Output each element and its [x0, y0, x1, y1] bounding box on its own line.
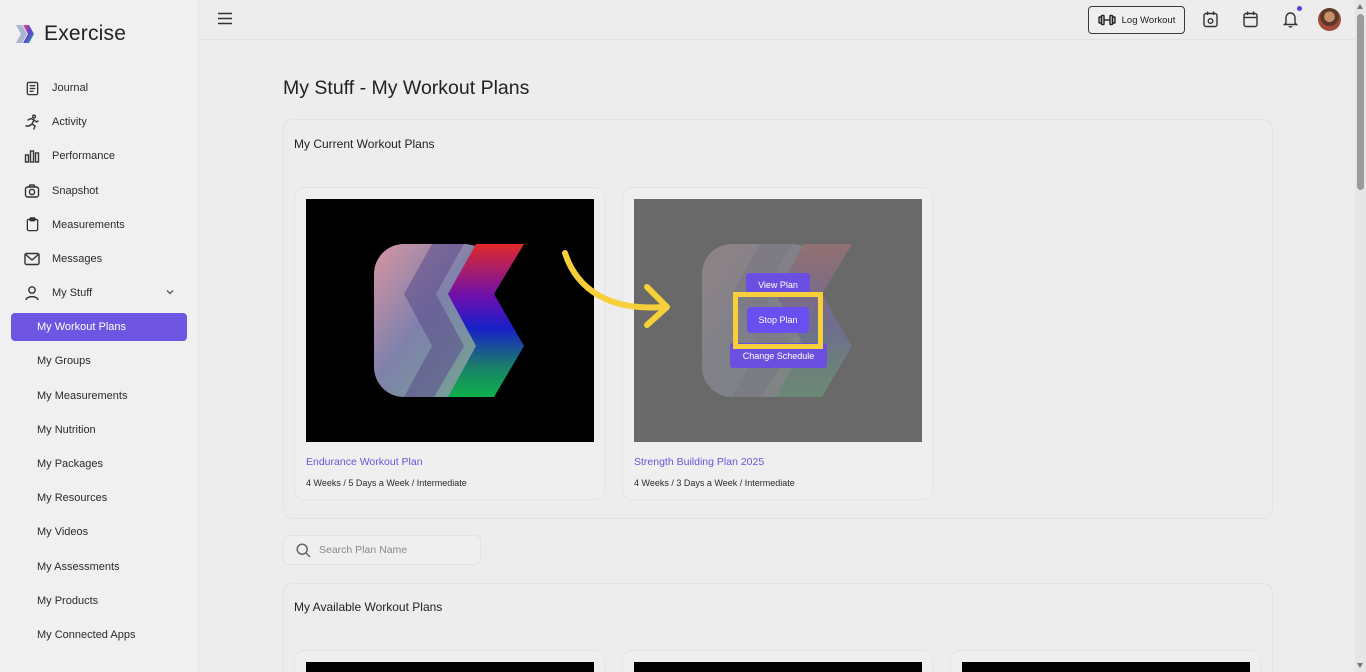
sidebar-subitem-my-groups[interactable]: My Groups [11, 344, 187, 378]
sidebar-subitem-my-nutrition[interactable]: My Nutrition [11, 413, 187, 447]
plan-meta: 4 Weeks / 5 Days a Week / Intermediate [306, 478, 467, 488]
plan-meta: 4 Weeks / 3 Days a Week / Intermediate [634, 478, 795, 488]
available-plan-card[interactable] [622, 650, 933, 672]
sidebar-item-label: Snapshot [52, 184, 99, 197]
sidebar-subitem-my-assessments[interactable]: My Assessments [11, 549, 187, 583]
sidebar-item-performance[interactable]: Performance [11, 139, 187, 173]
brand-name: Exercise [44, 22, 127, 45]
sidebar-item-messages[interactable]: Messages [11, 242, 187, 276]
brand-logo-icon [16, 25, 34, 43]
scroll-up-arrow-icon[interactable] [1357, 4, 1363, 9]
log-workout-label: Log Workout [1121, 14, 1176, 26]
stop-plan-button[interactable]: Stop Plan [747, 307, 809, 333]
plan-thumbnail[interactable] [634, 662, 922, 672]
chevron-down-icon[interactable] [165, 287, 175, 300]
plan-logo-image [374, 244, 524, 397]
running-icon [23, 113, 41, 131]
journal-icon [23, 79, 41, 97]
sidebar-item-label: My Stuff [52, 287, 93, 300]
sidebar-item-activity[interactable]: Activity [11, 105, 187, 139]
sidebar-item-label: Performance [52, 150, 115, 163]
search-icon [296, 542, 311, 558]
page-title: My Stuff - My Workout Plans [283, 77, 530, 99]
sidebar-subitem-my-products[interactable]: My Products [11, 584, 187, 618]
log-workout-button[interactable]: Log Workout [1088, 6, 1185, 34]
calendar-clock-icon[interactable] [1203, 11, 1218, 33]
plan-title[interactable]: Strength Building Plan 2025 [634, 456, 764, 468]
sidebar-item-label: Activity [52, 116, 87, 129]
available-plan-card[interactable] [294, 650, 605, 672]
clipboard-icon [23, 216, 41, 234]
plan-card[interactable]: View Plan Change Schedule Stop Plan Stre… [622, 187, 933, 500]
bell-icon[interactable] [1282, 11, 1299, 33]
plan-thumbnail[interactable] [306, 662, 594, 672]
mail-icon [23, 250, 41, 268]
plan-title[interactable]: Endurance Workout Plan [306, 456, 423, 468]
plan-thumbnail[interactable] [306, 199, 594, 442]
available-plan-card[interactable] [950, 650, 1261, 672]
annotation-arrow-icon [562, 250, 670, 328]
current-plans-title: My Current Workout Plans [294, 137, 435, 151]
search-box[interactable] [283, 535, 481, 565]
sidebar-item-journal[interactable]: Journal [11, 71, 187, 105]
sidebar: Exercise Journal Activity Performance Sn… [0, 0, 199, 672]
sidebar-item-my-stuff[interactable]: My Stuff [11, 276, 187, 310]
scroll-down-arrow-icon[interactable] [1357, 663, 1363, 668]
camera-icon [23, 182, 41, 200]
sidebar-item-label: Journal [52, 82, 89, 95]
brand[interactable]: Exercise [14, 22, 126, 46]
sidebar-subitem-my-resources[interactable]: My Resources [11, 481, 187, 515]
sidebar-subitem-my-packages[interactable]: My Packages [11, 447, 187, 481]
calendar-icon[interactable] [1243, 11, 1258, 33]
menu-icon[interactable] [218, 12, 232, 30]
sidebar-item-measurements[interactable]: Measurements [11, 208, 187, 242]
sidebar-nav: Journal Activity Performance Snapshot Me… [11, 71, 187, 652]
bar-chart-icon [23, 147, 41, 165]
notification-dot [1297, 6, 1302, 11]
avatar[interactable] [1318, 8, 1341, 31]
sidebar-item-label: Messages [52, 253, 103, 266]
scrollbar[interactable] [1355, 0, 1366, 672]
sidebar-item-snapshot[interactable]: Snapshot [11, 174, 187, 208]
user-icon [23, 284, 41, 302]
sidebar-subitem-my-measurements[interactable]: My Measurements [11, 379, 187, 413]
sidebar-subitem-my-videos[interactable]: My Videos [11, 515, 187, 549]
topbar: Log Workout [200, 0, 1355, 40]
search-input[interactable] [319, 544, 469, 556]
sidebar-subitem-my-connected-apps[interactable]: My Connected Apps [11, 618, 187, 652]
scroll-thumb[interactable] [1357, 14, 1364, 190]
available-plans-title: My Available Workout Plans [294, 600, 443, 614]
plan-thumbnail[interactable] [962, 662, 1250, 672]
sidebar-item-label: Measurements [52, 218, 125, 231]
dumbbell-icon [1097, 14, 1116, 26]
plan-card[interactable]: Endurance Workout Plan 4 Weeks / 5 Days … [294, 187, 605, 500]
sidebar-subitem-my-workout-plans[interactable]: My Workout Plans [11, 313, 187, 342]
